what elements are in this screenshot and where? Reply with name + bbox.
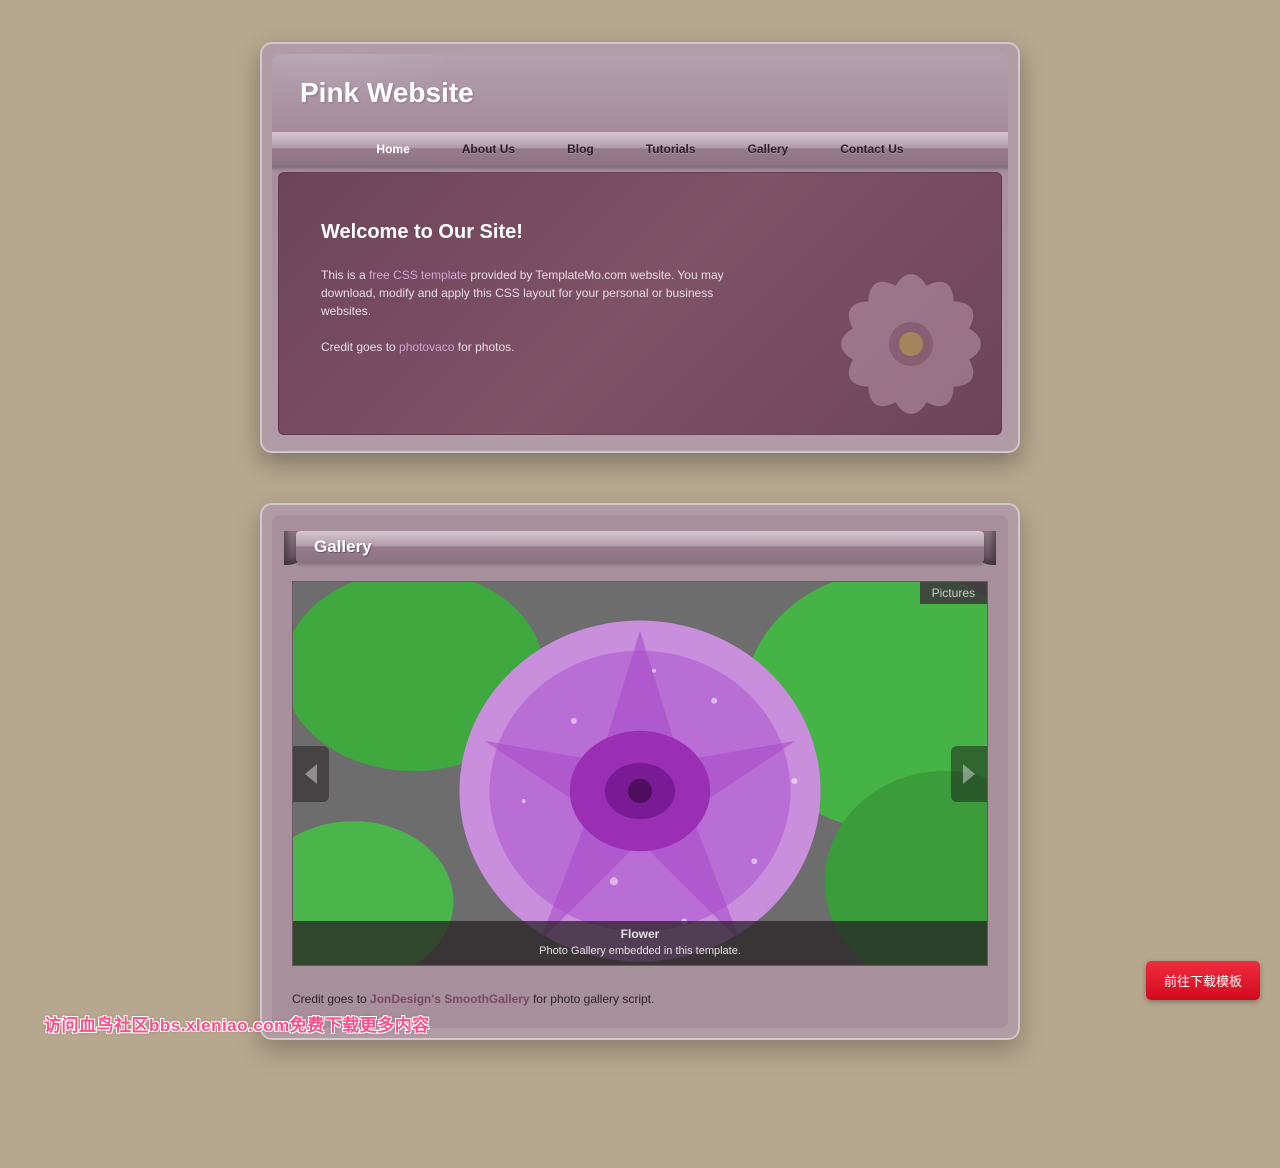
nav-tutorials[interactable]: Tutorials bbox=[620, 132, 722, 166]
photo-gallery: Pictures Flower Photo Gallery embedded i… bbox=[292, 581, 988, 966]
chevron-left-icon bbox=[305, 764, 317, 784]
gallery-next-button[interactable] bbox=[951, 746, 987, 802]
hero-paragraph-2: Credit goes to photovaco for photos. bbox=[321, 338, 751, 356]
section-title: Gallery bbox=[296, 531, 984, 563]
nav-about[interactable]: About Us bbox=[436, 132, 541, 166]
watermark-text: 访问血鸟社区bbs.xleniao.com免费下载更多内容 bbox=[44, 1011, 430, 1036]
gallery-prev-button[interactable] bbox=[293, 746, 329, 802]
section-header: Gallery bbox=[284, 531, 996, 563]
gallery-credit: Credit goes to JonDesign's SmoothGallery… bbox=[292, 992, 988, 1006]
gallery-caption-title: Flower bbox=[293, 927, 987, 941]
gallery-caption-desc: Photo Gallery embedded in this template. bbox=[293, 945, 987, 957]
header-container: Pink Website Home About Us Blog Tutorial… bbox=[260, 42, 1020, 453]
hero-panel: Welcome to Our Site! This is a free CSS … bbox=[278, 172, 1002, 435]
nav-contact[interactable]: Contact Us bbox=[814, 132, 929, 166]
content-container: Gallery bbox=[260, 503, 1020, 1040]
nav-home[interactable]: Home bbox=[350, 132, 435, 166]
hero-link-template[interactable]: free CSS template bbox=[369, 268, 467, 282]
main-nav: Home About Us Blog Tutorials Gallery Con… bbox=[272, 132, 1008, 166]
hero-paragraph-1: This is a free CSS template provided by … bbox=[321, 266, 751, 320]
credit-text-a: Credit goes to bbox=[292, 992, 370, 1006]
nav-gallery[interactable]: Gallery bbox=[722, 132, 815, 166]
credit-text-b: for photo gallery script. bbox=[530, 992, 655, 1006]
hero-flower-decoration bbox=[801, 234, 1002, 435]
hero-p2-text-a: Credit goes to bbox=[321, 340, 399, 354]
hero-p2-text-b: for photos. bbox=[454, 340, 514, 354]
nav-blog[interactable]: Blog bbox=[541, 132, 620, 166]
download-template-button[interactable]: 前往下载模板 bbox=[1146, 961, 1260, 1000]
hero-p1-text-a: This is a bbox=[321, 268, 369, 282]
site-title: Pink Website bbox=[300, 77, 474, 109]
gallery-caption: Flower Photo Gallery embedded in this te… bbox=[293, 921, 987, 965]
credit-link-smoothgallery[interactable]: JonDesign's SmoothGallery bbox=[370, 992, 530, 1006]
hero-link-photovaco[interactable]: photovaco bbox=[399, 340, 454, 354]
gallery-tab-pictures[interactable]: Pictures bbox=[920, 582, 987, 604]
chevron-right-icon bbox=[963, 764, 975, 784]
gallery-slide bbox=[293, 582, 987, 965]
